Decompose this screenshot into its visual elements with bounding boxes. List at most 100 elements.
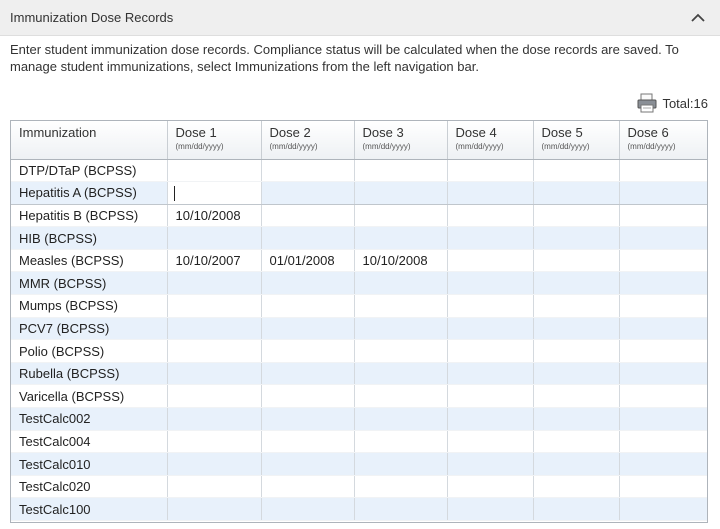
dose-2-cell[interactable] [261, 294, 355, 318]
table-row[interactable]: Hepatitis A (BCPSS) [11, 181, 707, 205]
dose-2-cell[interactable] [261, 475, 355, 499]
dose-3-cell[interactable] [354, 497, 448, 521]
dose-1-cell[interactable] [167, 452, 262, 476]
dose-5-cell[interactable] [533, 497, 620, 521]
dose-2-cell[interactable] [261, 452, 355, 476]
dose-3-cell[interactable] [354, 294, 448, 318]
dose-6-cell[interactable] [619, 294, 707, 318]
dose-3-cell[interactable] [354, 475, 448, 499]
dose-6-cell[interactable] [619, 430, 707, 454]
dose-1-cell[interactable] [167, 271, 262, 296]
dose-6-cell[interactable] [619, 384, 707, 409]
dose-3-cell[interactable] [354, 226, 448, 250]
dose-3-cell[interactable] [354, 181, 448, 205]
dose-1-cell[interactable]: 10/10/2007 [167, 249, 262, 273]
dose-4-cell[interactable] [447, 181, 534, 205]
dose-5-cell[interactable] [533, 362, 620, 386]
column-header-dose-6[interactable]: Dose 6 (mm/dd/yyyy) [619, 121, 707, 160]
dose-6-cell[interactable] [619, 475, 707, 499]
dose-4-cell[interactable] [447, 226, 534, 250]
table-row[interactable]: Rubella (BCPSS) [11, 362, 707, 386]
dose-3-cell[interactable] [354, 430, 448, 454]
dose-5-cell[interactable] [533, 407, 620, 431]
dose-2-cell[interactable] [261, 362, 355, 386]
column-header-dose-5[interactable]: Dose 5 (mm/dd/yyyy) [533, 121, 620, 160]
dose-2-cell[interactable] [261, 226, 355, 250]
dose-4-cell[interactable] [447, 407, 534, 431]
column-header-immunization[interactable]: Immunization [11, 121, 168, 160]
dose-1-cell[interactable] [167, 384, 262, 409]
table-row[interactable]: Mumps (BCPSS) [11, 294, 707, 318]
dose-5-cell[interactable] [533, 384, 620, 409]
table-row[interactable]: TestCalc010 [11, 452, 707, 476]
column-header-dose-1[interactable]: Dose 1 (mm/dd/yyyy) [167, 121, 262, 160]
dose-6-cell[interactable] [619, 452, 707, 476]
dose-1-cell[interactable] [167, 362, 262, 386]
dose-2-cell[interactable] [261, 181, 355, 205]
dose-5-cell[interactable] [533, 294, 620, 318]
dose-3-cell[interactable] [354, 159, 448, 183]
dose-2-cell[interactable] [261, 271, 355, 296]
dose-6-cell[interactable] [619, 159, 707, 183]
dose-6-cell[interactable] [619, 249, 707, 273]
column-header-dose-3[interactable]: Dose 3 (mm/dd/yyyy) [354, 121, 448, 160]
table-row[interactable]: TestCalc002 [11, 407, 707, 431]
dose-2-cell[interactable] [261, 339, 355, 363]
printer-icon[interactable] [636, 93, 658, 113]
chevron-up-icon[interactable] [688, 8, 708, 28]
dose-3-cell[interactable] [354, 317, 448, 341]
column-header-dose-4[interactable]: Dose 4 (mm/dd/yyyy) [447, 121, 534, 160]
dose-1-cell[interactable] [167, 497, 262, 521]
dose-1-cell[interactable]: 10/10/2008 [167, 204, 262, 228]
dose-6-cell[interactable] [619, 181, 707, 205]
column-header-dose-2[interactable]: Dose 2 (mm/dd/yyyy) [261, 121, 355, 160]
dose-4-cell[interactable] [447, 249, 534, 273]
table-row[interactable]: Hepatitis B (BCPSS) 10/10/2008 [11, 204, 707, 228]
dose-6-cell[interactable] [619, 317, 707, 341]
table-row[interactable]: MMR (BCPSS) [11, 271, 707, 296]
dose-3-cell[interactable] [354, 271, 448, 296]
table-row[interactable]: Varicella (BCPSS) [11, 384, 707, 409]
dose-5-cell[interactable] [533, 181, 620, 205]
table-row[interactable]: TestCalc004 [11, 430, 707, 454]
dose-4-cell[interactable] [447, 204, 534, 228]
dose-4-cell[interactable] [447, 430, 534, 454]
dose-4-cell[interactable] [447, 294, 534, 318]
dose-4-cell[interactable] [447, 452, 534, 476]
dose-2-cell[interactable] [261, 317, 355, 341]
dose-5-cell[interactable] [533, 475, 620, 499]
dose-5-cell[interactable] [533, 430, 620, 454]
dose-4-cell[interactable] [447, 339, 534, 363]
dose-5-cell[interactable] [533, 452, 620, 476]
dose-5-cell[interactable] [533, 159, 620, 183]
dose-4-cell[interactable] [447, 271, 534, 296]
dose-3-cell[interactable] [354, 384, 448, 409]
table-row[interactable]: Measles (BCPSS) 10/10/2007 01/01/2008 10/10… [11, 249, 707, 273]
dose-2-cell[interactable] [261, 430, 355, 454]
dose-6-cell[interactable] [619, 204, 707, 228]
dose-3-cell[interactable] [354, 407, 448, 431]
dose-4-cell[interactable] [447, 497, 534, 521]
dose-3-cell[interactable] [354, 452, 448, 476]
dose-1-cell[interactable] [167, 181, 262, 205]
dose-6-cell[interactable] [619, 271, 707, 296]
table-row[interactable]: DTP/DTaP (BCPSS) [11, 159, 707, 183]
dose-4-cell[interactable] [447, 362, 534, 386]
table-row[interactable]: TestCalc020 [11, 475, 707, 499]
dose-2-cell[interactable] [261, 384, 355, 409]
dose-2-cell[interactable] [261, 497, 355, 521]
dose-5-cell[interactable] [533, 317, 620, 341]
dose-2-cell[interactable] [261, 159, 355, 183]
dose-6-cell[interactable] [619, 497, 707, 521]
dose-2-cell[interactable] [261, 204, 355, 228]
table-row[interactable]: Polio (BCPSS) [11, 339, 707, 363]
dose-4-cell[interactable] [447, 317, 534, 341]
table-row[interactable]: TestCalc100 [11, 497, 707, 521]
dose-3-cell[interactable] [354, 339, 448, 363]
dose-5-cell[interactable] [533, 271, 620, 296]
dose-1-cell[interactable] [167, 317, 262, 341]
dose-1-cell[interactable] [167, 294, 262, 318]
dose-4-cell[interactable] [447, 475, 534, 499]
dose-2-cell[interactable] [261, 407, 355, 431]
dose-5-cell[interactable] [533, 204, 620, 228]
